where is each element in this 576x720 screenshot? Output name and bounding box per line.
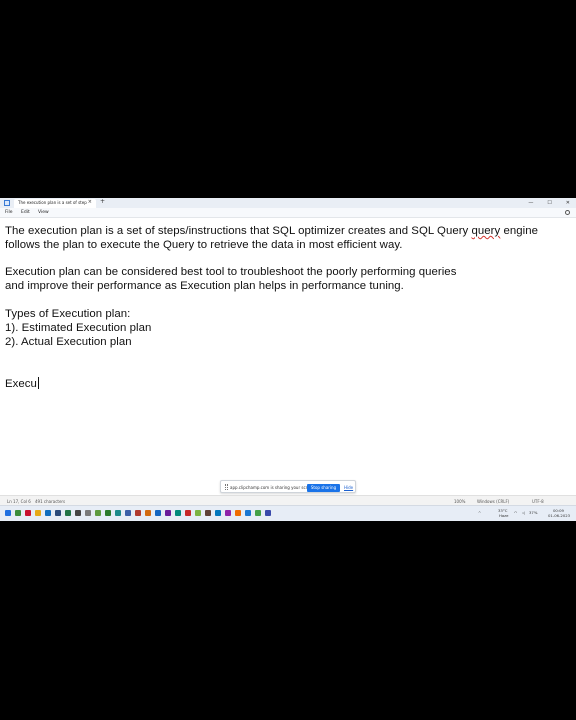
new-tab-button[interactable]: +	[100, 198, 105, 205]
folder-icon[interactable]	[35, 510, 41, 516]
spelling-error[interactable]: query	[472, 225, 501, 237]
app-icon-18[interactable]	[215, 510, 221, 516]
status-bar: Ln 17, Col 6 491 characters 100% Windows…	[0, 495, 576, 505]
app-icon-11[interactable]	[145, 510, 151, 516]
hide-banner-link[interactable]: Hide	[344, 485, 353, 490]
app-icon-21[interactable]	[245, 510, 251, 516]
text-caret	[37, 377, 39, 389]
app-icon-20[interactable]	[235, 510, 241, 516]
close-button[interactable]: ✕	[566, 200, 570, 206]
app-icon-3[interactable]	[65, 510, 71, 516]
editor-line-2: follows the plan to execute the Query to…	[5, 239, 403, 251]
text-editor[interactable]: The execution plan is a set of steps/ins…	[0, 219, 576, 495]
share-message: app.clipchamp.com is sharing your screen…	[230, 484, 316, 490]
app-icon-23[interactable]	[265, 510, 271, 516]
editor-line-8: Execu	[5, 377, 39, 390]
window-controls: — ☐ ✕	[528, 198, 570, 208]
app-icon-22[interactable]	[255, 510, 261, 516]
tab-title: The execution plan is a set of step	[18, 200, 87, 205]
editor-line-6: 1). Estimated Execution plan	[5, 322, 152, 334]
app-icon-4[interactable]	[75, 510, 81, 516]
menu-edit[interactable]: Edit	[21, 210, 30, 215]
maximize-button[interactable]: ☐	[547, 200, 551, 206]
app-icon-5[interactable]	[85, 510, 91, 516]
app-icon-14[interactable]	[175, 510, 181, 516]
battery-level[interactable]: 37%	[529, 510, 537, 515]
document-tab[interactable]: The execution plan is a set of step ×	[14, 199, 96, 208]
app-icon-15[interactable]	[185, 510, 191, 516]
app-icon-19[interactable]	[225, 510, 231, 516]
line-1-text: The execution plan is a set of steps/ins…	[5, 225, 472, 237]
line-8-text: Execu	[5, 378, 37, 390]
app-icon-17[interactable]	[205, 510, 211, 516]
editor-line-5: Types of Execution plan:	[5, 308, 131, 320]
menu-file[interactable]: File	[5, 210, 13, 215]
title-bar: The execution plan is a set of step × + …	[0, 198, 576, 208]
screen-share-banner: app.clipchamp.com is sharing your screen…	[220, 480, 356, 493]
zoom-level[interactable]: 100%	[454, 499, 465, 504]
line-1-tail: engine	[500, 225, 539, 237]
minimize-button[interactable]: —	[528, 200, 533, 206]
settings-icon[interactable]	[565, 210, 570, 215]
weather-condition: Haze	[499, 513, 509, 518]
start-icon[interactable]	[5, 510, 11, 516]
editor-line-3: Execution plan can be considered best to…	[5, 266, 457, 278]
edge-icon[interactable]	[45, 510, 51, 516]
notepad-icon	[4, 200, 10, 206]
menu-bar: File Edit View	[0, 208, 576, 218]
app-icon-7[interactable]	[105, 510, 111, 516]
app-icon-1[interactable]	[25, 510, 31, 516]
app-icon-12[interactable]	[155, 510, 161, 516]
app-icon-9[interactable]	[125, 510, 131, 516]
stop-sharing-button[interactable]: Stop sharing	[307, 483, 340, 492]
line-ending[interactable]: Windows (CRLF)	[477, 499, 509, 504]
search-icon[interactable]	[15, 510, 21, 516]
editor-line-1: The execution plan is a set of steps/ins…	[5, 225, 538, 237]
cursor-position: Ln 17, Col 6	[7, 498, 31, 504]
app-icon-2[interactable]	[55, 510, 61, 516]
drag-handle-icon[interactable]	[225, 484, 228, 490]
app-icon-10[interactable]	[135, 510, 141, 516]
encoding[interactable]: UTF-8	[532, 499, 544, 504]
tray-overflow-icon[interactable]: ^	[478, 510, 481, 515]
wifi-icon[interactable]: ◠	[514, 510, 517, 515]
app-icon-16[interactable]	[195, 510, 201, 516]
character-count: 491 characters	[35, 498, 66, 504]
clock-date[interactable]: 01-06-2023	[548, 513, 570, 518]
app-icon-13[interactable]	[165, 510, 171, 516]
editor-line-4: and improve their performance as Executi…	[5, 280, 404, 292]
app-icon-8[interactable]	[115, 510, 121, 516]
screen: The execution plan is a set of step × + …	[0, 198, 576, 521]
app-icon-6[interactable]	[95, 510, 101, 516]
taskbar: ^ 33°C Haze ◠ ◁ 37% 00:09 01-06-2023	[0, 505, 576, 521]
editor-line-7: 2). Actual Execution plan	[5, 336, 132, 348]
volume-icon[interactable]: ◁	[522, 510, 525, 515]
menu-view[interactable]: View	[38, 210, 49, 215]
tab-close-icon[interactable]: ×	[88, 199, 92, 205]
